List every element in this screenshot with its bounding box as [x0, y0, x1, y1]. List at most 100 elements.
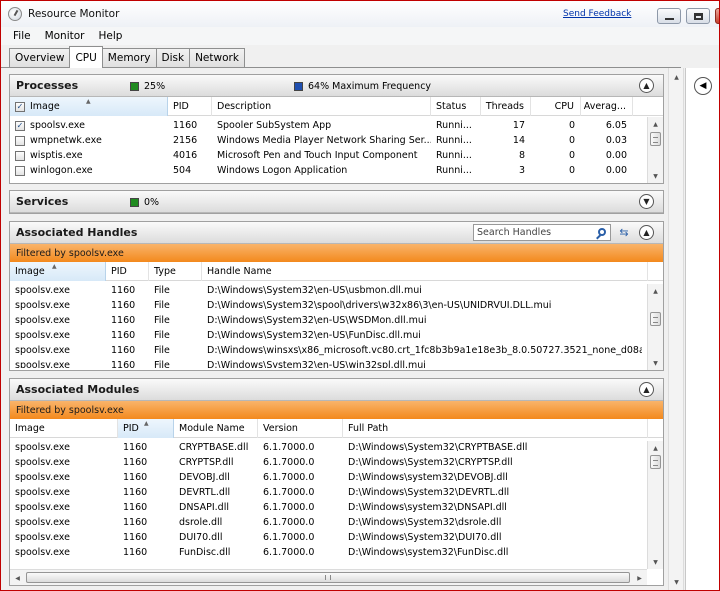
processes-scrollbar[interactable]: ▲ ▼ — [647, 117, 663, 183]
col-module-name[interactable]: Module Name — [174, 419, 258, 438]
cell-module: dsrole.dll — [179, 517, 223, 528]
table-row[interactable]: wisptis.exe 4016 Microsoft Pen and Touch I… — [10, 148, 650, 163]
scroll-thumb[interactable] — [650, 132, 661, 146]
table-row[interactable]: spoolsv.exe 1160 File D:\Windows\System32\e… — [10, 313, 650, 328]
sort-caret-icon: ▲ — [86, 98, 91, 105]
scroll-thumb[interactable] — [650, 455, 661, 469]
table-row[interactable]: spoolsv.exe 1160 File D:\Windows\System32\e… — [10, 358, 650, 368]
col-pid[interactable]: PID — [106, 262, 149, 281]
table-row[interactable]: spoolsv.exe 1160 DUI70.dll 6.1.7000.0 D:\Win… — [10, 530, 650, 545]
select-all-checkbox[interactable]: ✓ — [15, 101, 25, 112]
tab-memory[interactable]: Memory — [101, 48, 157, 67]
processes-header[interactable]: Processes 25% 64% Maximum Frequency ▲ — [10, 75, 663, 97]
scroll-up-icon[interactable]: ▲ — [648, 117, 663, 131]
cell-pid: 1160 — [123, 502, 148, 513]
services-expand-button[interactable]: ▼ — [639, 194, 654, 209]
col-status[interactable]: Status — [431, 97, 481, 116]
table-row[interactable]: spoolsv.exe 1160 DNSAPI.dll 6.1.7000.0 D:\Wi… — [10, 500, 650, 515]
cell-image: wisptis.exe — [10, 148, 168, 163]
search-handles-input[interactable] — [474, 227, 589, 238]
table-row[interactable]: spoolsv.exe 1160 FunDisc.dll 6.1.7000.0 D:\W… — [10, 545, 650, 560]
col-type[interactable]: Type — [149, 262, 202, 281]
scroll-down-icon[interactable]: ▼ — [648, 169, 663, 183]
col-cpu[interactable]: CPU — [531, 97, 581, 116]
chevron-left-icon: ◀ — [699, 81, 707, 91]
tab-cpu[interactable]: CPU — [69, 46, 103, 68]
refresh-icon[interactable]: ⇆ — [617, 226, 631, 239]
table-row[interactable]: spoolsv.exe 1160 CRYPTSP.dll 6.1.7000.0 D:\W… — [10, 455, 650, 470]
row-checkbox[interactable] — [15, 150, 25, 161]
scroll-down-icon[interactable]: ▼ — [648, 356, 663, 370]
scroll-right-icon[interactable]: ▶ — [632, 571, 647, 585]
modules-header[interactable]: Associated Modules ▲ — [10, 379, 663, 401]
frequency-swatch — [294, 82, 303, 91]
main-scrollbar[interactable]: ▲ ▼ — [668, 68, 684, 590]
scroll-up-icon[interactable]: ▲ — [648, 441, 663, 455]
close-button[interactable]: ✕ — [715, 8, 719, 24]
col-image[interactable]: Image — [10, 419, 118, 438]
table-row[interactable]: winlogon.exe 504 Windows Logon Application… — [10, 163, 650, 178]
table-row[interactable]: ✓ spoolsv.exe 1160 Spooler SubSystem App Run… — [10, 118, 650, 133]
col-pid[interactable]: PID — [168, 97, 212, 116]
minimize-button[interactable] — [657, 8, 681, 24]
search-handles-box — [473, 224, 611, 241]
scroll-up-icon[interactable]: ▲ — [648, 284, 663, 298]
menu-monitor[interactable]: Monitor — [45, 30, 85, 42]
scroll-left-icon[interactable]: ◀ — [10, 571, 25, 585]
modules-collapse-button[interactable]: ▲ — [639, 382, 654, 397]
menu-file[interactable]: File — [13, 30, 31, 42]
menu-help[interactable]: Help — [99, 30, 123, 42]
frequency-meter: 64% Maximum Frequency — [294, 81, 431, 92]
col-pid[interactable]: PID ▲ — [118, 419, 174, 438]
table-row[interactable]: spoolsv.exe 1160 DEVOBJ.dll 6.1.7000.0 D:\Wi… — [10, 470, 650, 485]
resource-monitor-window: Resource Monitor Send Feedback ✕ File Mo… — [0, 0, 720, 591]
col-image[interactable]: Image ▲ — [10, 262, 106, 281]
col-image[interactable]: ✓ Image ▲ — [10, 97, 168, 116]
tab-network[interactable]: Network — [189, 48, 245, 67]
cpu-usage-swatch — [130, 82, 139, 91]
cell-path: D:\Windows\system32\DNSAPI.dll — [348, 502, 507, 513]
table-row[interactable]: spoolsv.exe 1160 CRYPTBASE.dll 6.1.7000.0 D:… — [10, 440, 650, 455]
cell-threads: 17 — [512, 120, 525, 131]
scroll-thumb[interactable] — [650, 312, 661, 326]
table-row[interactable]: spoolsv.exe 1160 File D:\Windows\System32\e… — [10, 328, 650, 343]
handles-collapse-button[interactable]: ▲ — [639, 225, 654, 240]
row-checkbox[interactable] — [15, 165, 25, 176]
row-checkbox[interactable]: ✓ — [15, 120, 25, 131]
handles-header[interactable]: Associated Handles ⇆ ▲ — [10, 222, 663, 244]
scroll-down-icon[interactable]: ▼ — [669, 575, 684, 589]
cell-image: spoolsv.exe — [15, 457, 70, 468]
col-handle-name[interactable]: Handle Name — [202, 262, 648, 281]
modules-scrollbar[interactable]: ▲ ▼ — [647, 441, 663, 569]
col-threads[interactable]: Threads — [481, 97, 531, 116]
cell-threads: 8 — [518, 150, 525, 161]
table-row[interactable]: spoolsv.exe 1160 File D:\Windows\winsxs\x86… — [10, 343, 650, 358]
cell-avg: 0.00 — [605, 150, 627, 161]
expand-graphs-button[interactable]: ◀ — [694, 77, 712, 95]
send-feedback-link[interactable]: Send Feedback — [563, 9, 631, 19]
table-row[interactable]: wmpnetwk.exe 2156 Windows Media Player Net… — [10, 133, 650, 148]
scroll-up-icon[interactable]: ▲ — [669, 70, 684, 84]
col-average[interactable]: Averag... — [581, 97, 633, 116]
modules-horizontal-scrollbar[interactable]: ◀ ▶ — [10, 569, 647, 585]
cell-type: File — [154, 315, 170, 326]
col-full-path[interactable]: Full Path — [343, 419, 648, 438]
scroll-down-icon[interactable]: ▼ — [648, 555, 663, 569]
row-checkbox[interactable] — [15, 135, 25, 146]
maximize-button[interactable] — [686, 8, 710, 24]
table-row[interactable]: spoolsv.exe 1160 dsrole.dll 6.1.7000.0 D:\Wi… — [10, 515, 650, 530]
tab-overview[interactable]: Overview — [9, 48, 71, 67]
col-version[interactable]: Version — [258, 419, 343, 438]
col-description[interactable]: Description — [212, 97, 431, 116]
cell-pid: 1160 — [123, 487, 148, 498]
horizontal-scroll-thumb[interactable] — [26, 572, 630, 583]
services-header[interactable]: Services 0% ▼ — [10, 191, 663, 213]
tab-disk[interactable]: Disk — [155, 48, 191, 67]
handles-scrollbar[interactable]: ▲ ▼ — [647, 284, 663, 370]
processes-collapse-button[interactable]: ▲ — [639, 78, 654, 93]
table-row[interactable]: spoolsv.exe 1160 File D:\Windows\System32\s… — [10, 298, 650, 313]
table-row[interactable]: spoolsv.exe 1160 DEVRTL.dll 6.1.7000.0 D:\Wi… — [10, 485, 650, 500]
table-row[interactable]: spoolsv.exe 1160 File D:\Windows\System32\e… — [10, 283, 650, 298]
services-title: Services — [16, 195, 69, 208]
search-icon[interactable] — [598, 228, 606, 236]
